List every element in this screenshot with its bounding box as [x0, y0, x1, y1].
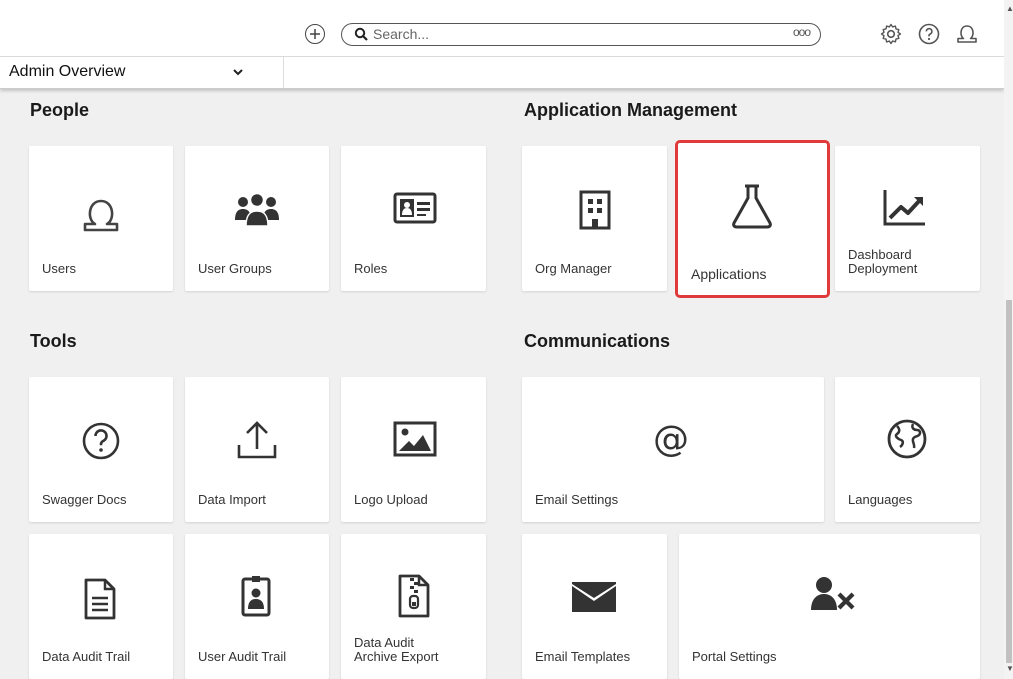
tile-roles[interactable]: Roles — [341, 146, 486, 291]
scroll-down-arrow-icon[interactable]: ▼ — [1006, 664, 1013, 673]
tile-user-groups[interactable]: User Groups — [185, 146, 329, 291]
tile-label: Data Import — [198, 492, 266, 507]
section-title-tools: Tools — [30, 331, 77, 351]
tile-data-audit-trail[interactable]: Data Audit Trail — [29, 534, 173, 679]
globe-icon — [887, 419, 927, 459]
scroll-up-arrow-icon[interactable]: ▲ — [1006, 4, 1013, 13]
vertical-scrollbar[interactable]: ▲ ▼ — [1004, 0, 1013, 679]
tile-label: User Audit Trail — [198, 649, 287, 664]
tile-org-manager[interactable]: Org Manager — [522, 146, 667, 291]
document-icon — [84, 578, 116, 620]
tile-label: Roles — [354, 261, 388, 276]
section-title-people: People — [30, 100, 90, 120]
user-groups-icon — [235, 192, 279, 227]
envelope-icon — [572, 582, 616, 612]
top-bar: ooo — [0, 0, 1004, 57]
search-icon — [354, 27, 368, 41]
tile-label: Data Audit Trail — [42, 649, 131, 664]
tile-data-audit-archive-export[interactable]: Data Audit Archive Export — [341, 534, 486, 679]
tile-label: Users — [42, 261, 76, 276]
add-button[interactable] — [305, 24, 325, 44]
tile-label: Org Manager — [535, 261, 612, 276]
tile-portal-settings[interactable]: Portal Settings — [679, 534, 980, 679]
scrollbar-thumb[interactable] — [1006, 300, 1012, 663]
tile-email-templates[interactable]: Email Templates — [522, 534, 667, 679]
image-icon — [393, 421, 437, 457]
tile-label: Languages — [848, 492, 913, 507]
user-icon — [83, 199, 119, 232]
section-title-application-management: Application Management — [524, 100, 738, 120]
tile-dashboard-deployment[interactable]: Dashboard Deployment — [835, 146, 980, 291]
tile-label: Email Settings — [535, 492, 619, 507]
view-selector-bar: Admin Overview — [0, 57, 1004, 89]
user-profile-icon[interactable] — [955, 22, 979, 46]
search-box[interactable]: ooo — [341, 23, 821, 46]
id-card-icon — [393, 192, 437, 224]
tile-swagger-docs[interactable]: Swagger Docs — [29, 377, 173, 522]
tile-label: Data Audit Archive Export — [354, 635, 439, 664]
tile-label: Dashboard Deployment — [848, 247, 918, 276]
chart-line-icon — [883, 190, 925, 226]
view-dropdown-label: Admin Overview — [9, 63, 126, 80]
tile-applications[interactable]: Applications — [675, 140, 830, 298]
help-icon[interactable] — [917, 22, 941, 46]
view-dropdown[interactable]: Admin Overview — [0, 57, 284, 88]
search-input[interactable] — [373, 25, 753, 43]
upload-icon — [237, 421, 277, 459]
section-title-communications: Communications — [524, 331, 671, 351]
tile-label: User Groups — [198, 261, 272, 276]
tile-users[interactable]: Users — [29, 146, 173, 291]
building-icon — [579, 190, 611, 230]
user-remove-icon — [811, 577, 855, 610]
gear-icon[interactable] — [879, 22, 903, 46]
plus-icon — [310, 29, 320, 39]
badge-icon — [241, 576, 271, 617]
tile-email-settings[interactable]: @ Email Settings — [522, 377, 824, 522]
chevron-down-icon — [233, 69, 243, 76]
zip-file-icon — [398, 574, 430, 618]
tile-languages[interactable]: Languages — [835, 377, 980, 522]
flask-icon — [732, 184, 772, 229]
tile-label: Portal Settings — [692, 649, 777, 664]
tile-label: Swagger Docs — [42, 492, 127, 507]
tile-label: Logo Upload — [354, 492, 428, 507]
tile-data-import[interactable]: Data Import — [185, 377, 329, 522]
at-sign-icon: @ — [653, 419, 689, 460]
tile-logo-upload[interactable]: Logo Upload — [341, 377, 486, 522]
tile-user-audit-trail[interactable]: User Audit Trail — [185, 534, 329, 679]
tile-label: Email Templates — [535, 649, 631, 664]
search-options-button[interactable]: ooo — [793, 25, 811, 39]
svg-text:@: @ — [653, 419, 689, 460]
tile-label: Applications — [691, 266, 767, 282]
help-circle-icon — [82, 422, 120, 460]
